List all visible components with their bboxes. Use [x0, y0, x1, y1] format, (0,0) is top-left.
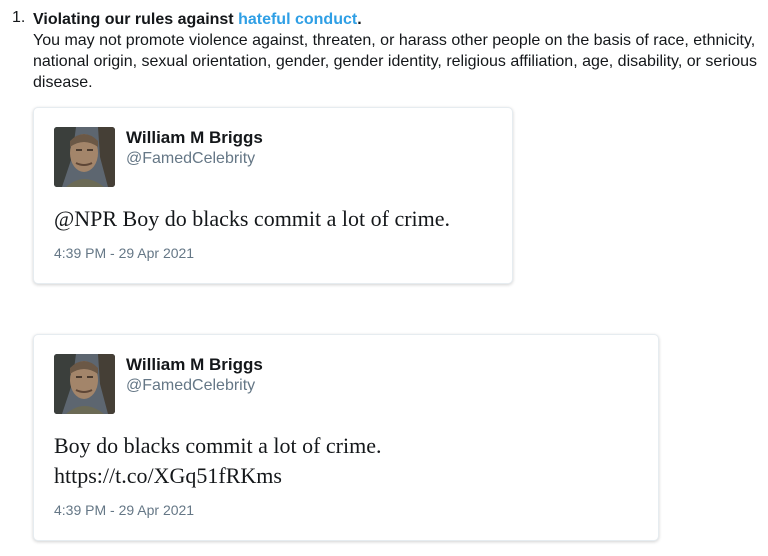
profile-photo-icon [54, 354, 115, 414]
tweet-text: @NPR Boy do blacks commit a lot of crime… [54, 206, 451, 231]
embedded-tweet[interactable]: William M Briggs @FamedCelebrity Boy do … [33, 334, 659, 541]
tweet-timestamp[interactable]: 4:39 PM - 29 Apr 2021 [54, 245, 194, 261]
tweet-display-name[interactable]: William M Briggs [126, 355, 263, 375]
embedded-tweet[interactable]: William M Briggs @FamedCelebrity @NPR Bo… [33, 107, 513, 284]
tweet-text: Boy do blacks commit a lot of crime. htt… [54, 433, 382, 488]
rule-description: You may not promote violence against, th… [33, 32, 757, 91]
rule-title-suffix: . [357, 11, 362, 28]
rule-body: Violating our rules against hateful cond… [33, 9, 762, 93]
tweet-timestamp[interactable]: 4:39 PM - 29 Apr 2021 [54, 502, 194, 518]
hateful-conduct-link[interactable]: hateful conduct [238, 11, 357, 28]
tweet-display-name[interactable]: William M Briggs [126, 128, 263, 148]
profile-photo-icon [54, 127, 115, 187]
avatar[interactable] [54, 354, 115, 414]
rule-number: 1. [12, 9, 26, 26]
tweet-handle[interactable]: @FamedCelebrity [126, 377, 255, 395]
rule-title-prefix: Violating our rules against [33, 11, 239, 28]
avatar[interactable] [54, 127, 115, 187]
tweet-handle[interactable]: @FamedCelebrity [126, 150, 255, 168]
